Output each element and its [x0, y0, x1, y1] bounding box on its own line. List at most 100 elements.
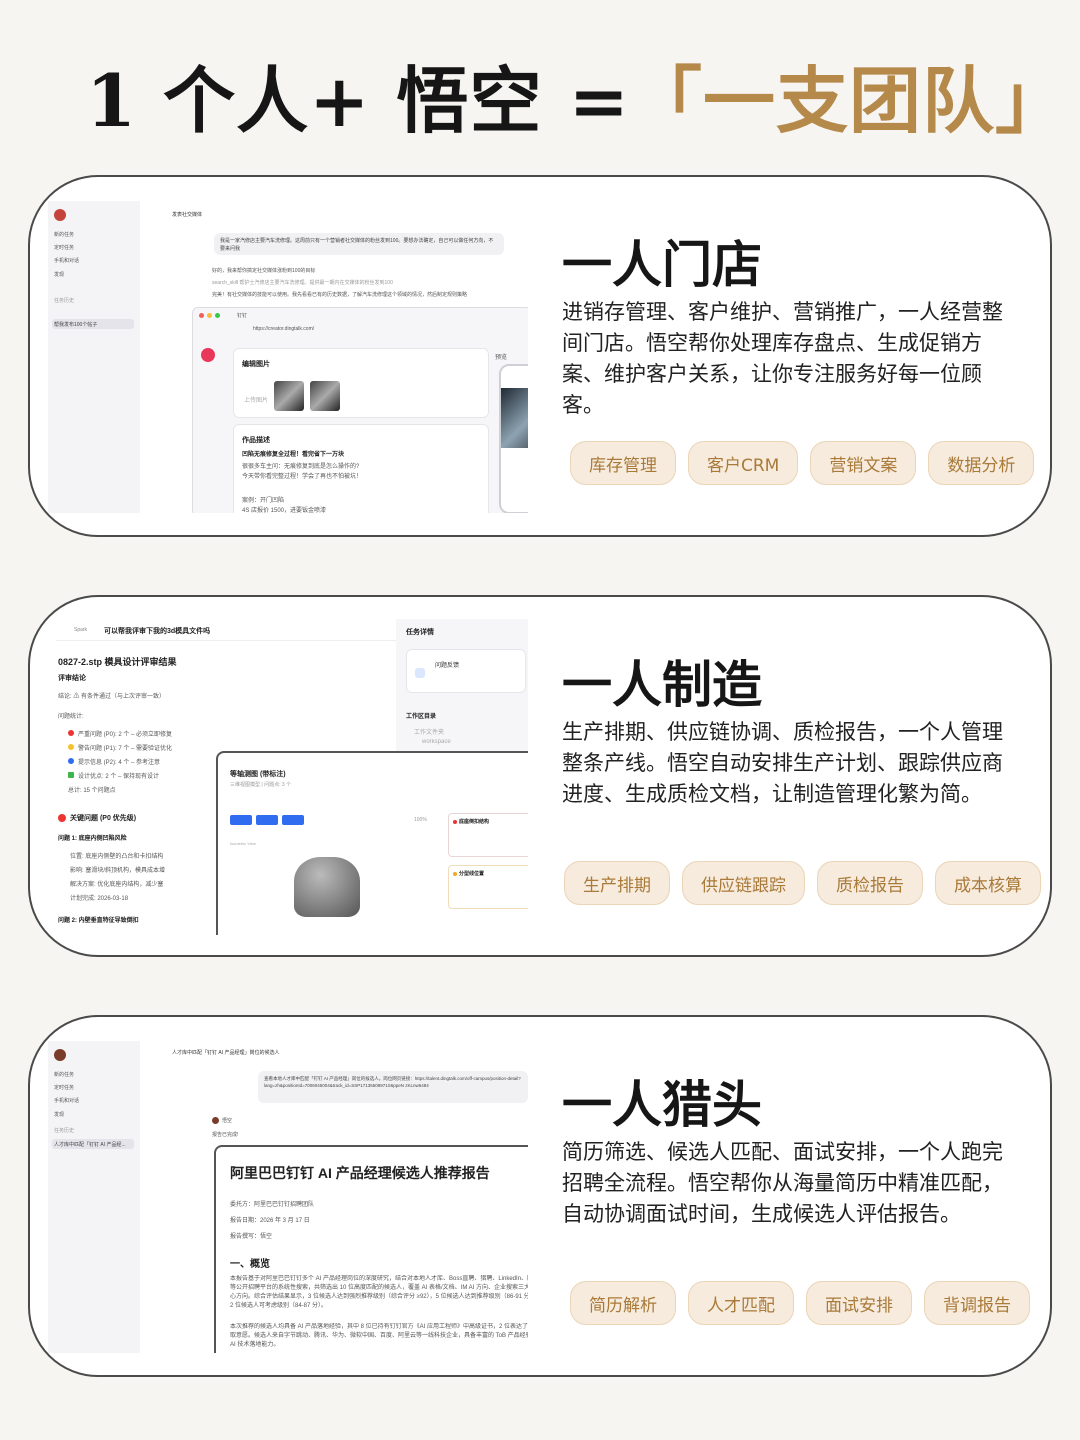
issue-card-2-title: 分型线位置 [459, 871, 485, 877]
sidebar-item-selected-task[interactable]: 帮我发布100个帖子 [52, 319, 134, 329]
close-dot-icon[interactable] [199, 313, 204, 318]
card-headhunter: 新的任务 定时任务 手机和对话 发现 任务历史 人才库中匹配「钉钉 AI 产品经… [28, 1015, 1052, 1377]
report-done: 报告已完成! [212, 1132, 239, 1138]
sidebar-item-new-task[interactable]: 新的任务 [54, 1071, 74, 1078]
warning-dot-icon [453, 872, 457, 876]
sidebar-item-phone[interactable]: 手机和对话 [54, 257, 79, 264]
browser-tab[interactable]: 钉钉 [237, 312, 247, 319]
p1-icon [68, 744, 74, 750]
headline-highlight: 「一支团队」 [629, 57, 1068, 143]
upload-label[interactable]: 上传图片 [244, 395, 268, 404]
chat-topbar: Spark 可以帮我评审下我的3d模具文件吗 [56, 619, 396, 641]
tag-scheduling: 生产排期 [564, 861, 670, 905]
browser-window: 钉钉 https://creator.dingtalk.com/ 编辑图片 上传… [192, 307, 528, 513]
agent-name: 悟空 [222, 1118, 233, 1124]
post-body-1: 很很多车主问：无痕修复到底是怎么操作的? [242, 464, 360, 470]
report-date: 报告日期：2026 年 3 月 17 日 [230, 1218, 310, 1224]
card-title: 一人猎头 [562, 1075, 762, 1134]
add-icon[interactable] [201, 348, 215, 362]
tag-list: 简历解析 人才匹配 面试安排 背调报告 [570, 1281, 1030, 1325]
workspace-heading: 工作区目录 [406, 714, 437, 720]
card-store: 新的任务 定时任务 手机和对话 发现 任务历史 帮我发布100个帖子 发表社交媒… [28, 175, 1052, 537]
sidebar-item-new-task[interactable]: 新的任务 [54, 231, 74, 238]
tag-background-check: 背调报告 [924, 1281, 1030, 1325]
sidebar: 新的任务 定时任务 手机和对话 发现 任务历史 人才库中匹配「钉钉 AI 产品经… [48, 1041, 140, 1353]
tag-inventory: 库存管理 [570, 441, 676, 485]
conclusion-text: 结论: ⚠ 有条件通过（与上次评审一致） [58, 694, 166, 700]
sidebar: 新的任务 定时任务 手机和对话 发现 任务历史 帮我发布100个帖子 [48, 201, 140, 513]
zoom-in-button[interactable] [230, 815, 252, 825]
issue-card-1[interactable]: 底座倒扣结构 [448, 813, 528, 857]
isometric-view-window: 等轴测图 (带标注) 三维视图模型 | 问题点: 3 个 100% Isomet… [216, 751, 528, 935]
3d-model[interactable] [294, 857, 360, 917]
history-label: 任务历史 [54, 298, 75, 304]
assistant-line-1: 好的，我来帮你搞定社交媒体涨粉到100的目标 [212, 268, 316, 274]
task-details-heading: 任务详情 [406, 629, 434, 636]
post-body-2: 今天带你看完整过程！学会了再也不怕被坑！ [242, 474, 363, 480]
sidebar-item-phone[interactable]: 手机和对话 [54, 1097, 79, 1104]
headline-main: 1 个人+ 悟空 = [86, 57, 630, 143]
p2-icon [68, 758, 74, 764]
preview-label: 预览 [495, 355, 508, 361]
tag-list: 库存管理 客户CRM 营销文案 数据分析 [570, 441, 1035, 485]
phone-preview [499, 364, 528, 513]
chat-title: 可以帮我评审下我的3d模具文件吗 [104, 628, 211, 635]
tag-crm: 客户CRM [688, 441, 799, 485]
issue-feedback-label: 问题反馈 [435, 663, 460, 669]
headline: 1 个人+ 悟空 = 「一支团队」 [86, 44, 1068, 144]
maximize-dot-icon[interactable] [215, 313, 220, 318]
check-icon [68, 772, 74, 778]
description-pane: 作品描述 凹陷无痕修复全过程！看完省下一万块 很很多车主问：无痕修复到底是怎么操… [233, 424, 489, 513]
card-title: 一人门店 [562, 235, 762, 294]
issue-card-2[interactable]: 分型线位置 [448, 865, 528, 909]
tag-quality: 质检报告 [817, 861, 923, 905]
edit-images-label: 编辑图片 [242, 361, 270, 368]
post-title: 凹陷无痕修复全过程！看完省下一万块 [242, 452, 345, 458]
issue-1-deadline: 计划完成: 2026-03-18 [70, 896, 129, 902]
issue-1-title: 问题 1: 底座内侧凹陷风险 [58, 836, 127, 842]
report-title: 阿里巴巴钉钉 AI 产品经理候选人推荐报告 [230, 1165, 490, 1181]
app-logo-icon [54, 209, 66, 221]
workspace-folder[interactable]: 工作文件夹 [414, 727, 444, 736]
tag-marketing: 营销文案 [810, 441, 917, 485]
report-document: 阿里巴巴钉钉 AI 产品经理候选人推荐报告 委托方：阿里巴巴钉钉招聘团队 报告日… [214, 1145, 528, 1353]
sidebar-item-discover[interactable]: 发现 [54, 271, 64, 278]
car-photo-2[interactable] [310, 381, 340, 411]
tag-resume-parsing: 简历解析 [570, 1281, 676, 1325]
reset-button[interactable] [282, 815, 304, 825]
app-logo-icon [54, 1049, 66, 1061]
tag-analytics: 数据分析 [928, 441, 1035, 485]
tag-interview: 面试安排 [806, 1281, 912, 1325]
stat-p0: 严重问题 (P0): 2 个 – 必须立即修复 [78, 732, 173, 738]
post-case: 案例：开门凹陷 [242, 498, 285, 504]
sidebar-item-scheduled[interactable]: 定时任务 [54, 244, 74, 251]
overview-paragraph-2: 本次推荐的候选人均具备 AI 产品落地经验，其中 8 位已持有钉钉官方《AI 应… [230, 1324, 528, 1348]
file-icon [415, 668, 425, 678]
sidebar-item-scheduled[interactable]: 定时任务 [54, 1084, 74, 1091]
view-title: 等轴测图 (带标注) [230, 771, 286, 778]
agent-avatar [212, 1117, 219, 1124]
section-overview: 一、概览 [230, 1259, 270, 1270]
card-description: 简历筛选、候选人匹配、面试安排，一个人跑完招聘全流程。悟空帮你从海量简历中精准匹… [562, 1140, 1003, 1226]
agent-label: Spark [74, 627, 88, 633]
sidebar-item-selected-task[interactable]: 人才库中匹配「钉钉 AI 产品经... [52, 1139, 134, 1149]
key-issue-icon [58, 814, 66, 822]
post-price: 4S 店报价 1500，进要钣金喷漆 [242, 508, 327, 513]
iso-view-label: Isometric View [230, 841, 256, 846]
issue-card-1-title: 底座倒扣结构 [459, 819, 490, 825]
stat-p1: 警告问题 (P1): 7 个 – 需要验证优化 [78, 746, 173, 752]
minimize-dot-icon[interactable] [207, 313, 212, 318]
mock-store-screenshot: 新的任务 定时任务 手机和对话 发现 任务历史 帮我发布100个帖子 发表社交媒… [48, 201, 528, 513]
car-photo-1[interactable] [274, 381, 304, 411]
issue-1-solution: 解决方案: 优化底座内结构，减少塞 [70, 882, 164, 888]
report-client: 委托方：阿里巴巴钉钉招聘团队 [230, 1202, 315, 1208]
url-bar[interactable]: https://creator.dingtalk.com/ [253, 326, 453, 332]
key-issues-heading: 关键问题 (P0 优先级) [70, 815, 137, 822]
issue-dot-icon [453, 820, 457, 824]
workspace-subfolder[interactable]: workspace [422, 739, 451, 745]
phone-preview-image [501, 388, 528, 448]
issue-feedback-card[interactable]: 问题反馈 [406, 649, 526, 693]
card-description: 生产排期、供应链协调、质检报告，一个人管理整条产线。悟空自动安排生产计划、跟踪供… [562, 720, 1003, 806]
zoom-out-button[interactable] [256, 815, 278, 825]
sidebar-item-discover[interactable]: 发现 [54, 1111, 64, 1118]
